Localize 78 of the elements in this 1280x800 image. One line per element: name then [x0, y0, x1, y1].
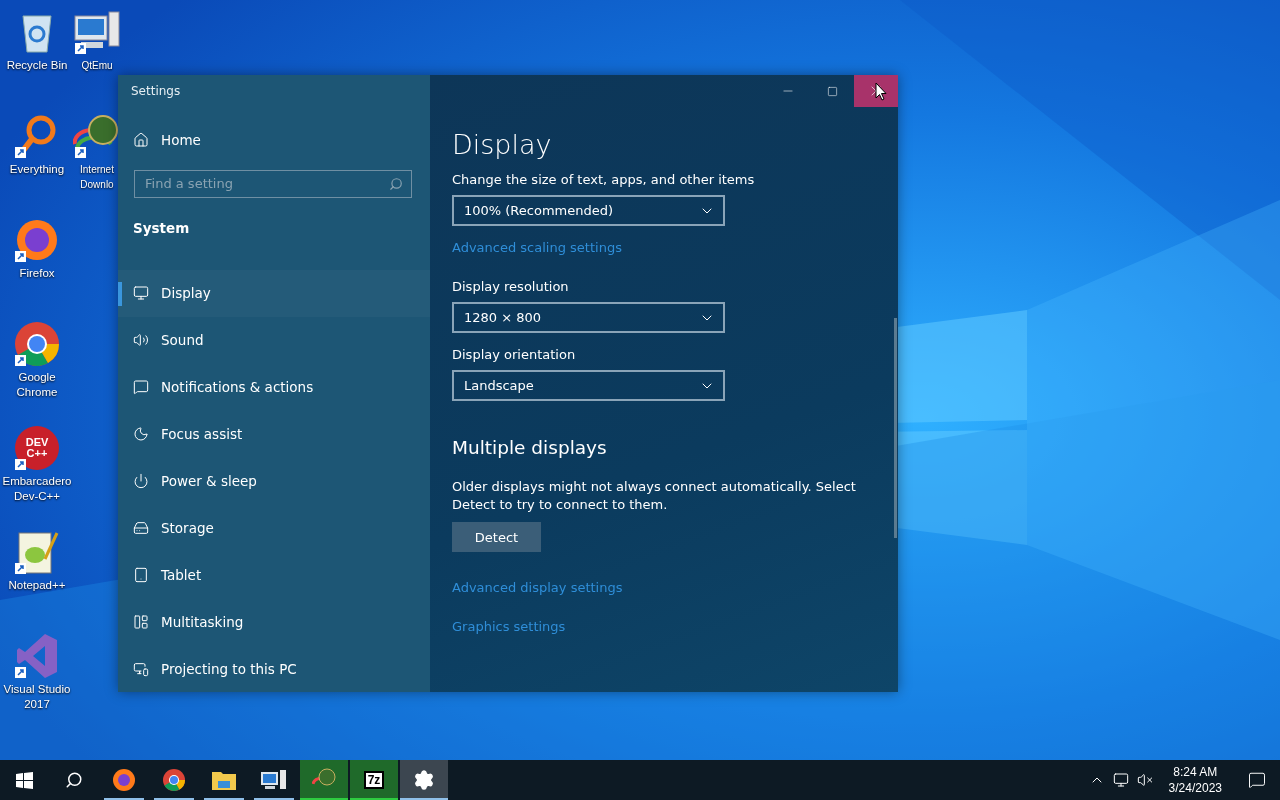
settings-icon[interactable] — [413, 769, 435, 791]
firefox-icon — [15, 218, 59, 262]
home-nav-item[interactable]: Home — [118, 116, 430, 164]
monitor-icon — [133, 285, 149, 302]
nav-item[interactable]: Tablet — [118, 551, 430, 599]
nav-label: Home — [161, 132, 201, 149]
drive-icon — [133, 519, 149, 536]
description-text: Older displays might not always connect automatically. Select Detect to try to connect to them. — [452, 478, 857, 514]
tablet-icon — [133, 566, 149, 583]
visual-studio-icon — [15, 632, 59, 680]
projector-icon — [133, 660, 149, 677]
home-icon — [133, 132, 149, 149]
nav-label: Projecting to this PC — [161, 660, 297, 677]
mouse-cursor-icon — [875, 82, 887, 101]
nav-label: Display — [161, 285, 211, 302]
clock[interactable]: 8:24 AM 3/24/2023 — [1160, 764, 1230, 796]
moon-icon — [133, 426, 149, 442]
desktop-icon-label[interactable]: Visual Studio 2017 — [0, 682, 74, 712]
firefox-icon[interactable] — [112, 768, 136, 792]
nav-label: Tablet — [161, 566, 202, 583]
nav-label: Power & sleep — [161, 472, 257, 489]
windows-start-icon[interactable] — [15, 771, 33, 789]
taskbar-button[interactable] — [400, 760, 448, 800]
message-icon — [133, 379, 149, 396]
network-icon[interactable] — [1112, 772, 1129, 788]
nav-label: Notifications & actions — [161, 379, 314, 396]
settings-link[interactable]: Advanced scaling settings — [452, 240, 622, 255]
nav-item[interactable]: Power & sleep — [118, 457, 430, 505]
scrollbar[interactable] — [894, 318, 897, 538]
desktop-icon-label[interactable]: QtEmu — [80, 58, 114, 73]
section-heading: System — [132, 218, 191, 238]
folder-icon[interactable] — [212, 770, 236, 790]
nav-item[interactable]: Multitasking — [118, 598, 430, 646]
nav-item[interactable]: Notifications & actions — [118, 363, 430, 411]
maximize-icon — [826, 85, 838, 97]
nav-label: Storage — [161, 519, 214, 536]
nav-item[interactable]: Focus assist — [118, 410, 430, 458]
close-button[interactable] — [854, 75, 898, 107]
nav-label: Focus assist — [161, 426, 243, 442]
search-input[interactable]: Find a setting — [145, 176, 345, 192]
field-label: Display orientation — [452, 347, 577, 362]
detect-button[interactable]: Detect — [452, 522, 541, 552]
section-heading: Multiple displays — [452, 437, 608, 458]
panels-icon — [133, 613, 149, 630]
nav-item[interactable]: Projecting to this PC — [118, 645, 430, 692]
selection-accent — [118, 281, 122, 306]
desktop-icon-label[interactable]: Embarcadero Dev-C++ — [0, 474, 74, 504]
nav-label: Multitasking — [161, 613, 244, 630]
notepad-icon — [15, 529, 59, 575]
field-label: Display resolution — [452, 279, 570, 294]
desktop-icon-label[interactable]: Recycle Bin — [0, 58, 74, 73]
speaker-icon — [133, 332, 149, 349]
archiver-icon[interactable]: 7z — [363, 771, 385, 789]
muted-speaker-icon[interactable] — [1136, 772, 1153, 788]
nav-item[interactable]: Sound — [118, 316, 430, 364]
nav-item[interactable]: Display — [118, 269, 430, 317]
dropdown[interactable]: 1280 × 800 — [452, 302, 725, 333]
search-field[interactable]: Find a setting — [134, 169, 412, 198]
nav-label: Sound — [161, 332, 204, 349]
taskbar-button[interactable]: 7z — [350, 760, 398, 800]
computer-icon[interactable] — [261, 769, 287, 791]
dropdown[interactable]: Landscape — [452, 370, 725, 401]
chrome-icon[interactable] — [162, 768, 186, 792]
power-icon — [133, 472, 149, 489]
field-label: Change the size of text, apps, and other items — [452, 172, 756, 187]
desktop-icon-label[interactable]: Firefox — [0, 266, 74, 281]
chrome-icon — [13, 320, 61, 368]
notification-icon[interactable] — [1248, 771, 1266, 789]
page-heading: Display — [452, 129, 553, 160]
search-icon — [389, 176, 403, 191]
desktop-icon-label[interactable]: Internet Downlo — [80, 162, 114, 192]
search-icon[interactable] — [65, 771, 83, 789]
desktop-icon-label[interactable]: Everything — [0, 162, 74, 177]
dropdown[interactable]: 100% (Recommended) — [452, 195, 725, 226]
nav-item[interactable]: Storage — [118, 504, 430, 552]
desktop-icon-label[interactable]: Notepad++ — [0, 578, 74, 593]
desktop-icon-label[interactable]: Google Chrome — [0, 370, 74, 400]
window-title: Settings — [130, 83, 182, 100]
